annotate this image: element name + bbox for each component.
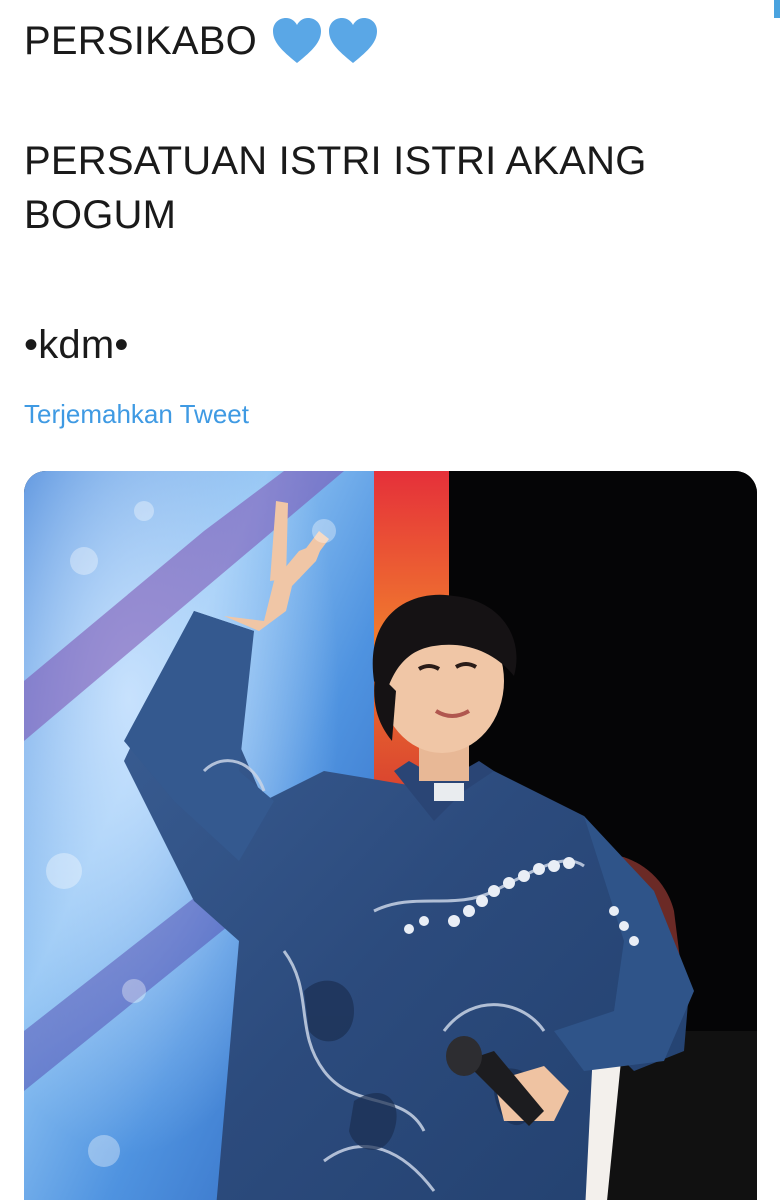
tweet: PERSIKABO PERSATUAN ISTRI ISTRI AKANG BO… (0, 0, 780, 1200)
tweet-text-title: PERSIKABO (24, 19, 257, 63)
tweet-text-line-3: •kdm• (24, 323, 129, 367)
tweet-text-line-2: PERSATUAN ISTRI ISTRI AKANG BOGUM (24, 139, 647, 237)
heart-emojis (271, 17, 379, 65)
tweet-photo[interactable] (24, 471, 757, 1200)
scroll-indicator (774, 0, 780, 18)
photo-illustration (24, 471, 757, 1200)
tweet-text-line-1: PERSIKABO (24, 14, 379, 68)
blue-heart-icon (329, 18, 377, 63)
blue-heart-icon (273, 18, 321, 63)
translate-tweet-link[interactable]: Terjemahkan Tweet (24, 396, 249, 432)
